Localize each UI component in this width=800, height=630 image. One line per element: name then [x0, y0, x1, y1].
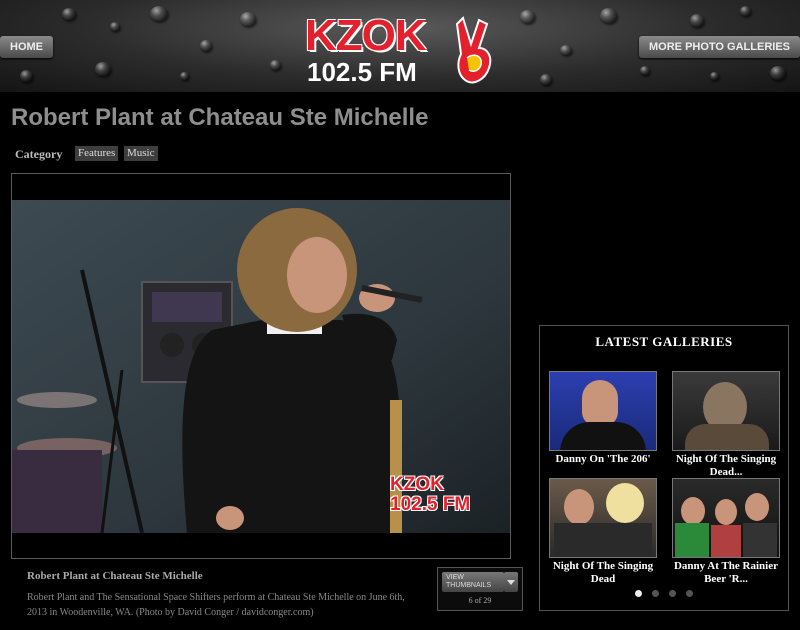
photo-watermark: KZOK 102.5 FM — [390, 475, 490, 516]
gallery-thumbnail — [672, 478, 780, 558]
category-tag-features[interactable]: Features — [75, 146, 119, 161]
water-drop — [180, 72, 189, 80]
latest-galleries-panel: LATEST GALLERIES Danny On 'The 206' Nigh… — [539, 325, 789, 611]
logo-frequency: 102.5 FM — [307, 57, 417, 87]
water-drop — [150, 6, 168, 21]
category-label: Category — [15, 147, 63, 161]
water-drop — [110, 22, 120, 31]
pager-dot-1[interactable] — [635, 590, 642, 597]
latest-galleries-title: LATEST GALLERIES — [595, 334, 733, 349]
kzok-logo[interactable]: KZOK 102.5 FM — [305, 14, 497, 90]
photo-viewer: KZOK 102.5 FM — [11, 173, 511, 559]
pager-dot-4[interactable] — [686, 590, 693, 597]
water-drop — [560, 45, 572, 55]
peace-hand-icon — [455, 16, 492, 84]
page-title: Robert Plant at Chateau Ste Michelle — [11, 104, 429, 131]
water-drop — [640, 66, 650, 75]
chevron-down-icon[interactable] — [504, 572, 518, 592]
gallery-thumbnail — [549, 371, 657, 451]
water-drop — [540, 74, 552, 85]
gallery-thumbnail — [672, 371, 780, 451]
water-drop — [520, 10, 535, 23]
water-drop — [770, 66, 786, 80]
photo-caption-title: Robert Plant at Chateau Ste Michelle — [27, 570, 203, 582]
gallery-card-label: Danny At The Rainier Beer 'R... — [673, 560, 778, 585]
water-drop — [270, 60, 281, 70]
category-tag-music[interactable]: Music — [124, 146, 158, 161]
pager-dot-2[interactable] — [652, 590, 659, 597]
gallery-card-label: Danny On 'The 206' — [555, 453, 651, 465]
gallery-card-label: Night Of The Singing Dead... — [675, 453, 777, 478]
more-photo-galleries-button[interactable]: MORE PHOTO GALLERIES — [639, 36, 800, 58]
home-button[interactable]: HOME — [0, 36, 53, 58]
photo-caption-text: Robert Plant and The Sensational Space S… — [27, 592, 405, 618]
water-drop — [690, 14, 704, 27]
watermark-text: KZOK 102.5 FM — [390, 474, 471, 515]
view-thumbnails-button[interactable]: VIEW THUMBNAILS — [442, 572, 504, 592]
site-header: HOME MORE PHOTO GALLERIES KZOK 102.5 FM — [0, 0, 800, 92]
water-drop — [740, 6, 751, 16]
gallery-thumbnail — [549, 478, 657, 558]
water-drop — [20, 70, 33, 82]
gallery-photo[interactable]: KZOK 102.5 FM — [12, 200, 510, 533]
water-drop — [710, 72, 719, 80]
water-drop — [240, 12, 256, 26]
logo-call-sign: KZOK — [305, 11, 427, 60]
photo-counter: 6 of 29 — [468, 596, 492, 605]
pager-dot-3[interactable] — [669, 590, 676, 597]
water-drop — [95, 62, 111, 76]
water-drop — [62, 8, 76, 20]
thumbnails-control: VIEW THUMBNAILS 6 of 29 — [437, 567, 523, 611]
water-drop — [600, 8, 617, 23]
gallery-card-label: Night Of The Singing Dead — [552, 560, 654, 585]
water-drop — [200, 40, 212, 51]
